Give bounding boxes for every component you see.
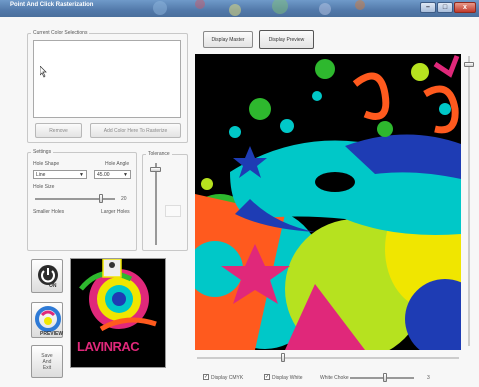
tolerance-value-box: [165, 205, 181, 217]
update-preview-icon: [35, 306, 61, 332]
color-selections-legend: Current Color Selections: [31, 30, 90, 36]
hole-size-label: Hole Size: [33, 184, 55, 190]
exit-label: Exit: [42, 364, 52, 371]
display-cmyk-checkbox[interactable]: ✓: [203, 374, 209, 380]
title-bar-decoration: [153, 0, 365, 16]
settings-legend: Settings: [31, 149, 54, 155]
hole-size-value: 20: [121, 196, 127, 202]
white-choke-slider-thumb[interactable]: [383, 373, 388, 382]
white-choke-track: [350, 377, 414, 379]
hole-shape-select[interactable]: Line ▼: [33, 170, 87, 179]
vertical-scroll-track: [468, 56, 470, 346]
update-preview-button[interactable]: PREVIEW: [31, 302, 63, 338]
display-cmyk-label: Display CMYK: [211, 375, 244, 381]
hole-angle-label: Hole Angle: [105, 161, 130, 167]
master-thumbnail[interactable]: LAVINRAC: [70, 258, 166, 368]
tolerance-legend: Tolerance: [146, 151, 172, 157]
maximize-button[interactable]: □: [437, 2, 453, 13]
update-preview-label: PREVIEW: [40, 331, 64, 337]
remove-button[interactable]: Remove: [35, 123, 82, 138]
dropdown-arrow-icon: ▼: [123, 172, 128, 178]
smaller-holes-label: Smaller Holes: [33, 209, 65, 215]
color-selection-list[interactable]: [33, 40, 181, 118]
horizontal-scroll-thumb[interactable]: [281, 353, 286, 362]
tolerance-group: [142, 154, 188, 251]
carnival-mask-preview: [195, 54, 461, 350]
horizontal-scroll-track: [197, 357, 459, 359]
thumbnail-text: LAVINRAC: [77, 339, 140, 354]
larger-holes-label: Larger Holes: [101, 209, 130, 215]
dropdown-arrow-icon: ▼: [79, 172, 84, 178]
hole-size-slider-thumb[interactable]: [98, 194, 103, 203]
display-white-checkbox[interactable]: ✓: [264, 374, 270, 380]
rasterization-on-label: ON: [49, 283, 57, 289]
display-white-label: Display White: [272, 375, 303, 381]
minimize-button[interactable]: –: [420, 2, 436, 13]
white-choke-value: 3: [427, 375, 430, 381]
display-preview-button[interactable]: Display Preview: [259, 30, 314, 49]
rasterization-toggle-button[interactable]: ON: [31, 259, 63, 293]
add-color-button[interactable]: Add Color Here To Rasterize: [90, 123, 181, 138]
save-and-exit-button[interactable]: Save And Exit: [31, 345, 63, 378]
tolerance-track: [155, 163, 157, 245]
vertical-scroll-thumb[interactable]: [464, 61, 474, 67]
hole-shape-label: Hole Shape: [33, 161, 60, 167]
close-button[interactable]: x: [454, 2, 476, 13]
hole-angle-select[interactable]: 45.00 ▼: [94, 170, 131, 179]
white-choke-label: White Choke: [320, 375, 349, 381]
window-title: Point And Click Rasterization: [10, 2, 94, 8]
preview-canvas[interactable]: [195, 54, 461, 350]
cursor-icon: [40, 66, 47, 78]
vertical-scrollbar[interactable]: [463, 54, 475, 350]
hole-size-track: [35, 198, 115, 200]
horizontal-scrollbar[interactable]: [195, 352, 461, 364]
tolerance-slider-thumb[interactable]: [150, 166, 161, 172]
display-master-button[interactable]: Display Master: [203, 31, 253, 48]
